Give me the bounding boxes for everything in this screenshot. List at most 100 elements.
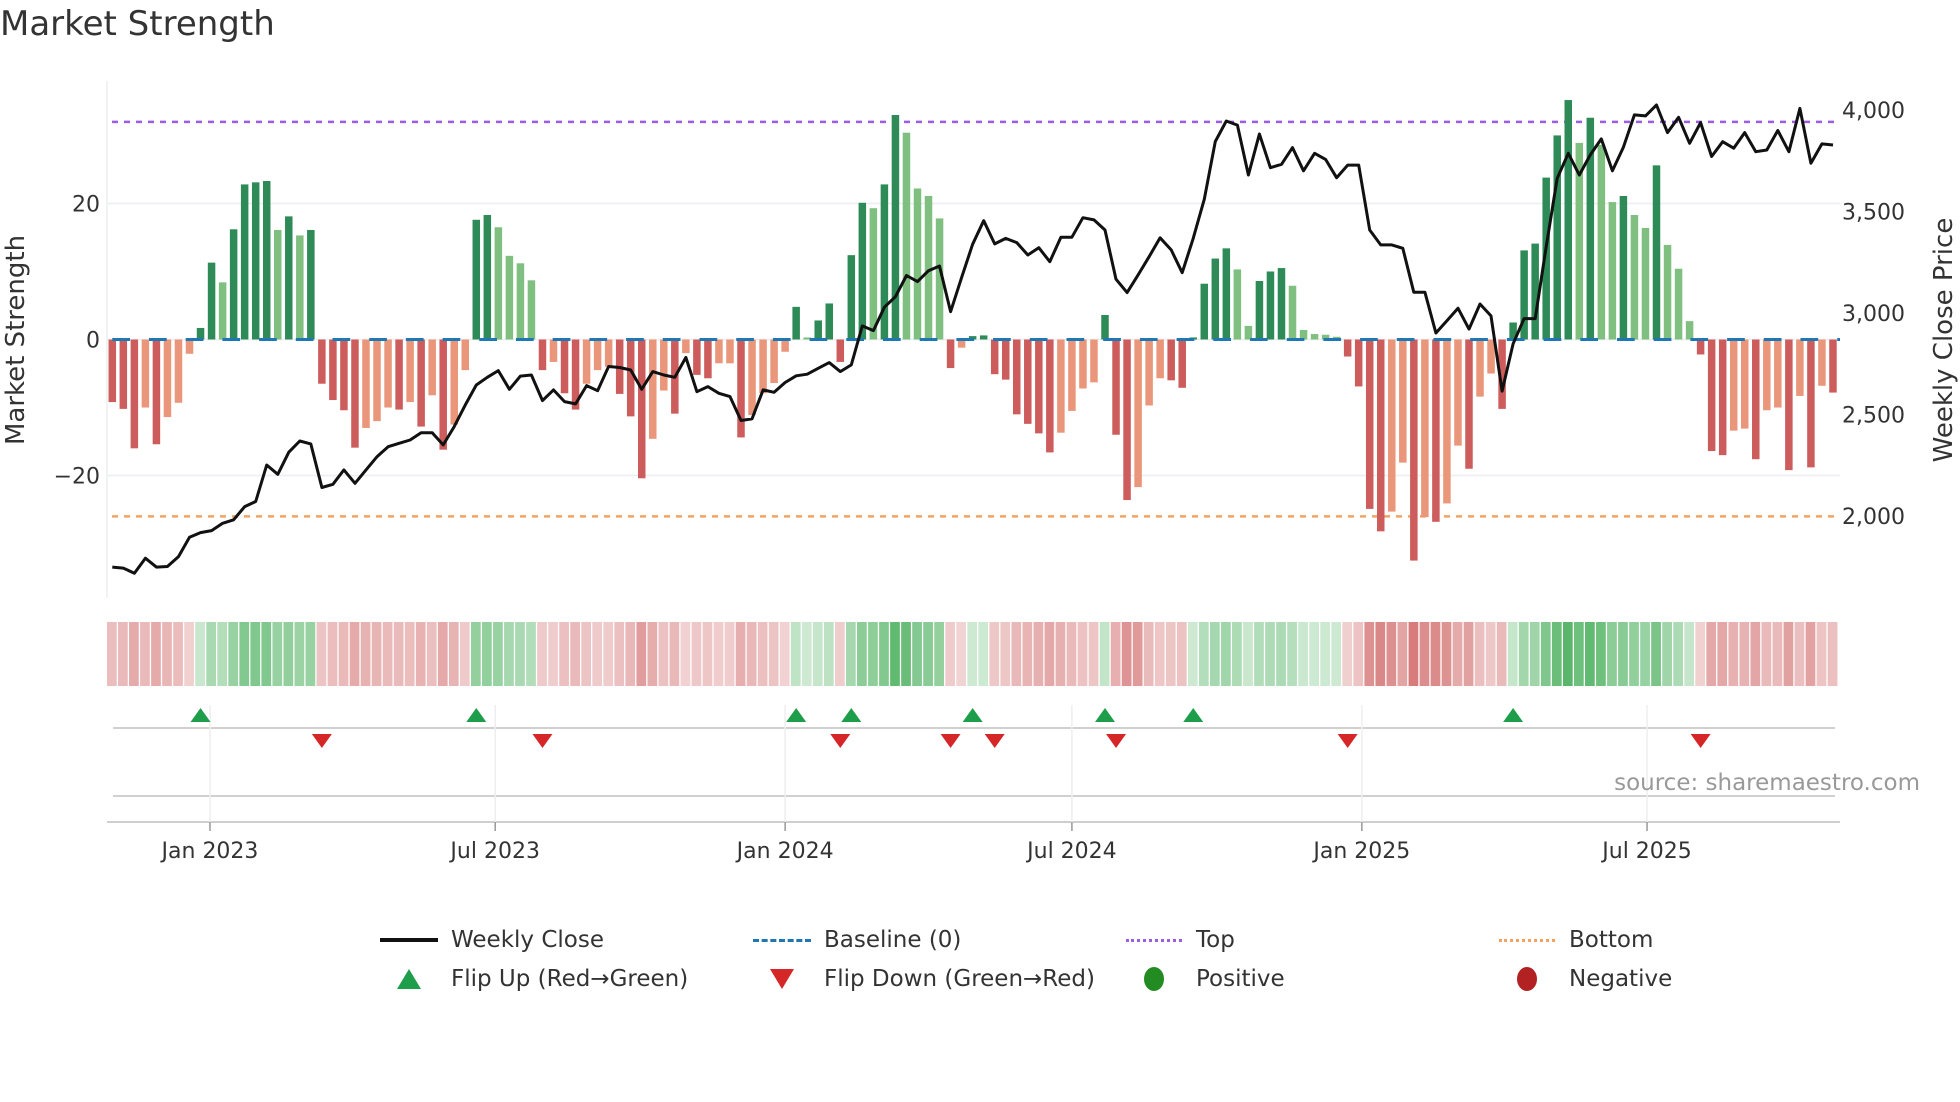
heat-cell <box>1441 622 1452 686</box>
heat-cell <box>945 622 956 686</box>
heat-cell <box>338 622 349 686</box>
strength-bar <box>1432 339 1440 522</box>
heat-cell <box>801 622 812 686</box>
strength-bar <box>119 339 128 409</box>
heat-cell <box>1353 622 1364 686</box>
heat-cell <box>1221 622 1231 686</box>
strength-bar <box>1266 271 1275 340</box>
heat-cell <box>239 622 250 686</box>
heat-cell <box>636 622 647 686</box>
flip-down-marker <box>1337 734 1358 748</box>
strength-bar <box>296 235 304 340</box>
heat-cell <box>228 622 239 686</box>
heat-cell <box>140 622 150 686</box>
strength-bar <box>715 339 723 364</box>
heat-cell <box>448 622 459 686</box>
strength-bar <box>196 327 205 340</box>
strength-bar <box>1663 244 1672 340</box>
heat-cell <box>493 622 503 686</box>
strength-bar <box>207 262 216 340</box>
strength-bar <box>1145 339 1153 406</box>
heat-cell <box>129 622 139 686</box>
heat-cell <box>702 622 713 686</box>
strength-bar <box>527 280 536 340</box>
strength-bar <box>174 339 183 403</box>
heat-cell <box>382 622 393 686</box>
strength-bar <box>1564 100 1573 340</box>
strength-bar <box>1399 339 1407 463</box>
heat-cell <box>912 622 922 686</box>
strength-bar <box>1796 339 1804 396</box>
x-tick-label: Jul 2023 <box>448 839 540 864</box>
heat-cell <box>1662 622 1672 686</box>
heat-cell <box>1827 622 1838 686</box>
strength-bar <box>362 339 370 428</box>
strength-bar <box>1046 339 1054 453</box>
heat-cell <box>647 622 658 686</box>
strength-bar <box>384 339 392 408</box>
heat-cell <box>857 622 867 686</box>
heat-cell <box>1165 622 1176 686</box>
heat-cell <box>1265 622 1275 686</box>
strength-bar <box>593 339 602 371</box>
flip-down-marker <box>984 734 1005 748</box>
heat-cell <box>956 622 967 686</box>
strength-bar <box>1134 339 1142 488</box>
strength-bar <box>329 339 337 401</box>
strength-bar <box>130 339 139 449</box>
strength-bar <box>990 339 999 375</box>
heat-cell <box>713 622 724 686</box>
y-right-axis-title: Weekly Close Price <box>1929 218 1959 463</box>
heat-cell <box>570 622 580 686</box>
strength-bar <box>1421 339 1429 518</box>
strength-bar <box>1641 227 1650 340</box>
strength-bar <box>1718 339 1727 456</box>
y-right-tick-label: 4,000 <box>1842 99 1905 124</box>
strength-bar <box>1818 339 1826 386</box>
heat-cell <box>1132 622 1143 686</box>
heat-cell <box>537 622 547 686</box>
strength-bar <box>913 188 922 340</box>
strength-bar <box>560 339 569 394</box>
y-right-tick-label: 3,000 <box>1842 302 1905 327</box>
heat-cell <box>1066 622 1077 686</box>
strength-bar <box>1674 268 1683 340</box>
heat-cell <box>868 622 878 686</box>
heat-cell <box>250 622 261 686</box>
strength-bar <box>1079 339 1087 389</box>
heat-cell <box>482 622 492 686</box>
heat-cell <box>1154 622 1165 686</box>
strength-bar <box>1785 339 1793 471</box>
heat-cell <box>1408 622 1419 686</box>
strength-bar <box>1211 258 1220 340</box>
heat-cell <box>1518 622 1529 686</box>
x-tick-label: Jul 2024 <box>1025 839 1117 864</box>
heat-cell <box>283 622 294 686</box>
heat-cell <box>1573 622 1584 686</box>
strength-bar <box>472 219 481 340</box>
strength-bar <box>1068 339 1076 411</box>
heat-cell <box>1496 622 1507 686</box>
heat-cell <box>515 622 525 686</box>
heat-cell <box>978 622 989 686</box>
heat-cell <box>162 622 172 686</box>
strength-bar <box>262 180 271 340</box>
heat-cell <box>1187 622 1198 686</box>
heat-cell <box>261 622 272 686</box>
strength-bar <box>285 216 293 340</box>
strength-bar <box>450 339 458 425</box>
strength-bar <box>395 339 403 410</box>
heat-cell <box>1706 622 1717 686</box>
strength-bar <box>1057 339 1065 433</box>
strength-bar <box>1829 339 1837 393</box>
strength-bar <box>1454 339 1462 446</box>
heat-cell <box>1143 622 1154 686</box>
flip-down-marker <box>1106 734 1127 748</box>
strength-bar <box>1354 339 1363 387</box>
strength-bar <box>869 208 878 340</box>
strength-bar <box>1619 195 1628 340</box>
strength-bar <box>626 339 635 417</box>
heat-cell <box>846 622 856 686</box>
flip-up-marker <box>190 708 211 722</box>
heat-cell <box>1507 622 1518 686</box>
